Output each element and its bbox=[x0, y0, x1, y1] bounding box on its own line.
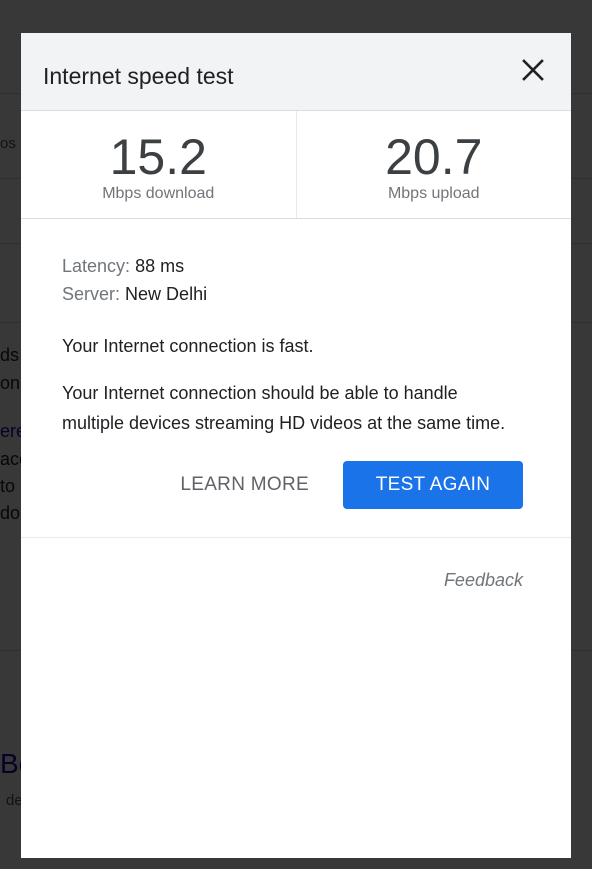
footer-divider bbox=[21, 537, 571, 538]
connection-summary: Your Internet connection is fast. bbox=[62, 336, 314, 356]
latency-value: 88 ms bbox=[135, 256, 185, 276]
close-icon bbox=[522, 59, 544, 81]
feedback-link[interactable]: Feedback bbox=[21, 570, 571, 591]
download-speed-label: Mbps download bbox=[102, 185, 215, 202]
download-speed-value: 15.2 bbox=[109, 129, 207, 185]
dialog-header: Internet speed test bbox=[21, 33, 571, 111]
result-details: Latency: 88 ms Server: New Delhi Your In… bbox=[21, 219, 571, 438]
upload-speed-value: 20.7 bbox=[385, 129, 483, 185]
speed-results: 15.2 Mbps download 20.7 Mbps upload bbox=[21, 111, 571, 219]
server-value: New Delhi bbox=[125, 284, 208, 304]
upload-speed-label: Mbps upload bbox=[387, 185, 480, 202]
connection-description: Your Internet connection should be able … bbox=[62, 383, 506, 433]
dialog-actions: LEARN MORE TEST AGAIN bbox=[21, 461, 571, 509]
server-row: Server: New Delhi bbox=[62, 280, 523, 308]
download-result: 15.2 Mbps download bbox=[21, 111, 296, 218]
dialog-title: Internet speed test bbox=[43, 63, 234, 89]
latency-row: Latency: 88 ms bbox=[62, 252, 523, 280]
upload-result: 20.7 Mbps upload bbox=[295, 111, 572, 218]
speed-test-dialog: Internet speed test 15.2 Mbps download 2… bbox=[21, 33, 571, 858]
learn-more-button[interactable]: LEARN MORE bbox=[180, 474, 309, 496]
test-again-button[interactable]: TEST AGAIN bbox=[343, 461, 523, 509]
close-button[interactable] bbox=[518, 55, 548, 85]
latency-label: Latency: bbox=[62, 256, 131, 276]
server-label: Server: bbox=[62, 284, 121, 304]
